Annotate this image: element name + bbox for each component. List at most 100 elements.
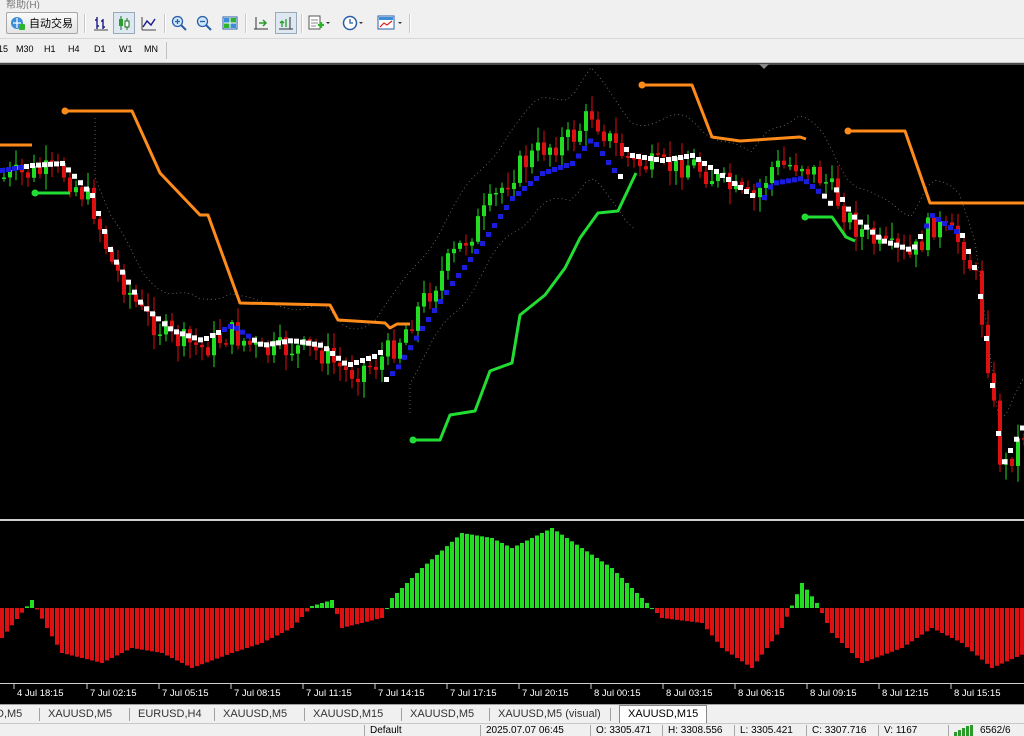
histogram-bar [770,608,774,642]
candle-body [638,158,642,167]
ma-dot [864,224,869,230]
price-chart[interactable]: 4 Jul 18:15 7 Jul 02:15 7 Jul 05:15 7 Jul 0… [0,63,1024,704]
chart-shift-button[interactable] [250,12,272,34]
chart-tab[interactable]: XAUUSD,M5 [223,706,287,723]
histogram-bar [765,608,769,648]
ma-dot [984,336,989,341]
bar-chart-button[interactable] [90,12,112,34]
templates-icon [377,15,402,30]
ma-dot [90,193,95,198]
histogram-bar [875,608,879,658]
timeframe-m30[interactable]: M30 [16,44,34,54]
chart-tab[interactable]: XAUUSD,M5 [410,706,474,723]
candle-body [380,356,384,370]
ma-dot [852,214,857,220]
ma-dot [114,259,119,265]
periods-button[interactable] [339,12,367,34]
histogram-bar [740,608,744,662]
candle-body [518,155,522,183]
ma-dot [504,205,509,210]
ma-dot [528,181,533,186]
ma-dot [870,229,875,235]
chart-tab[interactable]: XAUUSD,M15 [619,705,708,723]
candle-body [716,173,720,182]
status-bar: Default 2025.07.07 06:45 O: 3305.471 H: … [0,723,1024,736]
ma-dot [660,158,665,163]
ma-dot [306,340,311,346]
histogram-bar [455,537,459,608]
histogram-bar [360,608,364,623]
histogram-bar [530,538,534,608]
timeframe-w1[interactable]: W1 [119,44,133,54]
chart-tab[interactable]: XAUUSD,M5 (visual) [498,706,601,723]
tab-separator [489,708,490,721]
ma-dot [702,161,707,166]
histogram-bar [145,608,149,651]
autoscroll-button[interactable] [275,12,297,34]
zoom-out-button[interactable] [193,12,215,34]
ma-dot [534,176,539,181]
ma-dot [882,238,887,244]
timeframe-h1[interactable]: H1 [44,44,56,54]
timeframe-d1[interactable]: D1 [94,44,106,54]
ma-dot [576,153,581,159]
ma-dot [924,223,929,229]
ma-dot [936,217,941,222]
candle-body [560,137,564,156]
histogram-bar [140,608,144,650]
ma-dot [636,154,641,159]
histogram-bar [505,545,509,608]
tab-separator [214,708,215,721]
histogram-bar [245,608,249,648]
histogram-bar [110,608,114,658]
chart-tab[interactable]: D,M5 [0,706,22,723]
candle-body [434,290,438,302]
ma-dot [858,219,863,225]
histogram-bar [945,608,949,636]
tile-windows-button[interactable] [219,12,241,34]
tab-separator [129,708,130,721]
histogram-bar [310,606,314,608]
histogram-bar [220,608,224,657]
menu-help[interactable]: 帮助(H) [6,0,40,9]
ma-dot [594,142,599,147]
histogram-bar [905,608,909,645]
candle-body [1016,438,1020,466]
ma-dot [408,345,413,351]
candle-body [446,253,450,271]
candlestick-chart-button[interactable] [113,12,135,34]
status-profile[interactable]: Default [370,724,402,736]
chart-tab[interactable]: XAUUSD,M5 [48,706,112,723]
ma-dot [954,229,959,234]
chart-tab[interactable]: EURUSD,H4 [138,706,202,723]
zoom-in-button[interactable] [168,12,190,34]
candle-body [554,147,558,156]
chart-canvas[interactable]: 4 Jul 18:15 7 Jul 02:15 7 Jul 05:15 7 Jul 0… [0,63,1024,704]
ma-dot [378,350,383,355]
ma-dot [606,160,611,165]
ma-dot [438,299,443,304]
histogram-bar [655,608,659,613]
ma-dot [390,371,395,376]
histogram-bar [565,538,569,608]
histogram-bar [620,578,624,608]
status-close: C: 3307.716 [812,725,867,736]
histogram-bar [295,608,299,623]
line-chart-button[interactable] [138,12,160,34]
histogram-bar [495,540,499,608]
candle-body [608,133,612,142]
timeframe-15[interactable]: 15 [0,44,8,54]
timeframe-mn[interactable]: MN [144,44,158,54]
chart-tab[interactable]: XAUUSD,M15 [313,706,383,723]
histogram-bar [200,608,204,665]
autotrade-button[interactable]: 自动交易 [6,12,78,34]
indicators-button[interactable] [305,12,333,34]
candle-body [536,142,540,151]
timeframe-h4[interactable]: H4 [68,44,80,54]
histogram-bar [640,598,644,608]
histogram-bar [720,608,724,648]
candle-body [452,248,456,254]
candle-body [812,166,816,175]
templates-button[interactable] [374,12,406,34]
ma-dot [432,308,437,313]
